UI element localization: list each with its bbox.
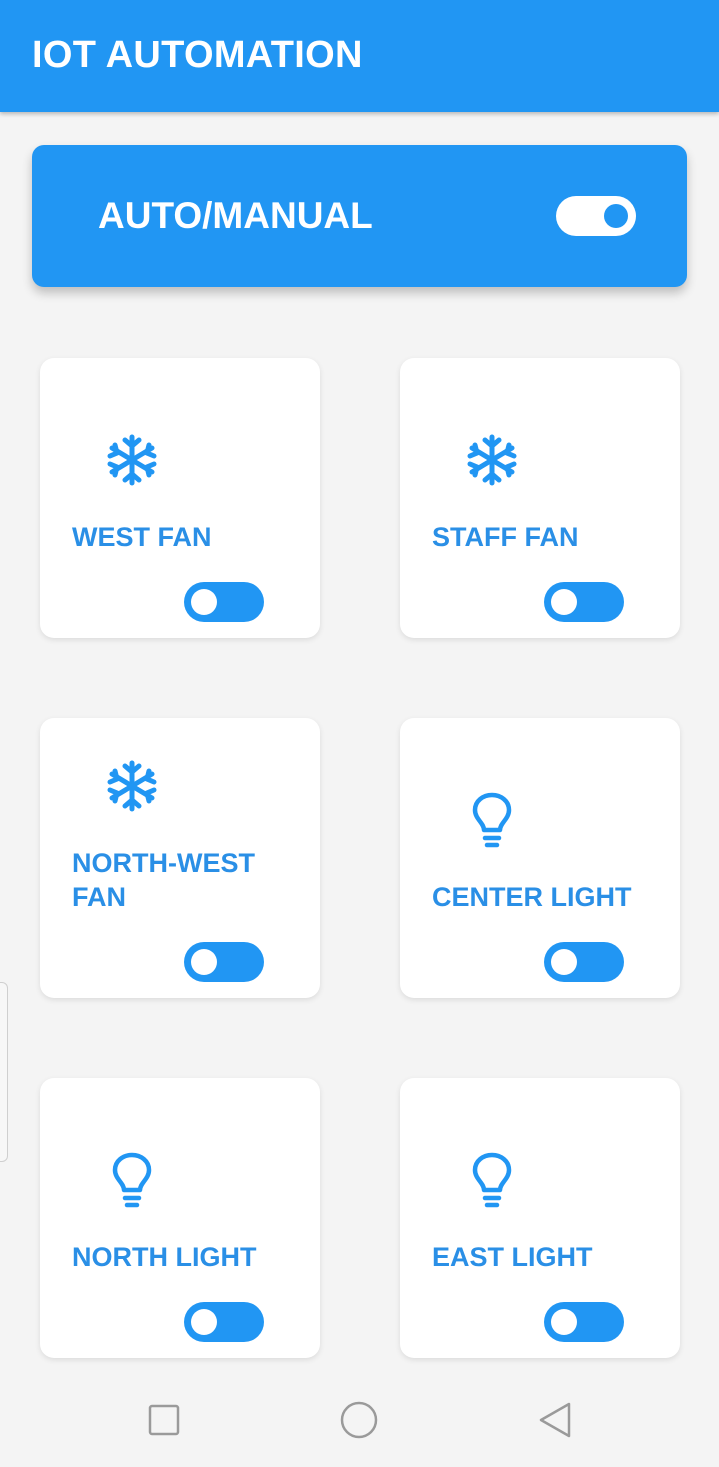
app-bar: IOT AUTOMATION — [0, 0, 719, 112]
auto-manual-switch[interactable] — [556, 196, 636, 236]
device-label: STAFF FAN — [432, 522, 579, 552]
device-card-north-west-fan: NORTH-WEST FAN — [40, 718, 320, 998]
auto-manual-label: AUTO/MANUAL — [98, 195, 373, 236]
switch-knob — [191, 589, 217, 615]
staff-fan-switch[interactable] — [544, 582, 624, 622]
snowflake-icon — [104, 432, 160, 488]
device-label: EAST LIGHT — [432, 1242, 593, 1272]
lightbulb-icon — [464, 1152, 520, 1208]
west-fan-switch[interactable] — [184, 582, 264, 622]
north-west-fan-switch[interactable] — [184, 942, 264, 982]
switch-knob — [191, 949, 217, 975]
device-card-center-light: CENTER LIGHT — [400, 718, 680, 998]
lightbulb-icon — [464, 792, 520, 848]
device-card-east-light: EAST LIGHT — [400, 1078, 680, 1358]
system-nav-bar — [0, 1372, 719, 1467]
edge-panel-handle[interactable] — [0, 982, 8, 1162]
device-label: NORTH LIGHT — [72, 1242, 257, 1272]
north-light-switch[interactable] — [184, 1302, 264, 1342]
lightbulb-icon — [104, 1152, 160, 1208]
center-light-switch[interactable] — [544, 942, 624, 982]
switch-knob — [551, 1309, 577, 1335]
recents-icon[interactable] — [144, 1400, 184, 1440]
switch-knob — [551, 949, 577, 975]
device-card-staff-fan: STAFF FAN — [400, 358, 680, 638]
app-title: IOT AUTOMATION — [32, 34, 363, 76]
home-icon[interactable] — [339, 1400, 379, 1440]
switch-knob — [604, 204, 628, 228]
east-light-switch[interactable] — [544, 1302, 624, 1342]
device-label: NORTH-WEST FAN — [72, 848, 255, 912]
snowflake-icon — [104, 758, 160, 814]
back-icon[interactable] — [536, 1400, 576, 1440]
device-label: WEST FAN — [72, 522, 212, 552]
device-label: CENTER LIGHT — [432, 882, 632, 912]
device-card-west-fan: WEST FAN — [40, 358, 320, 638]
switch-knob — [551, 589, 577, 615]
auto-manual-card: AUTO/MANUAL — [32, 145, 687, 287]
device-card-north-light: NORTH LIGHT — [40, 1078, 320, 1358]
switch-knob — [191, 1309, 217, 1335]
snowflake-icon — [464, 432, 520, 488]
